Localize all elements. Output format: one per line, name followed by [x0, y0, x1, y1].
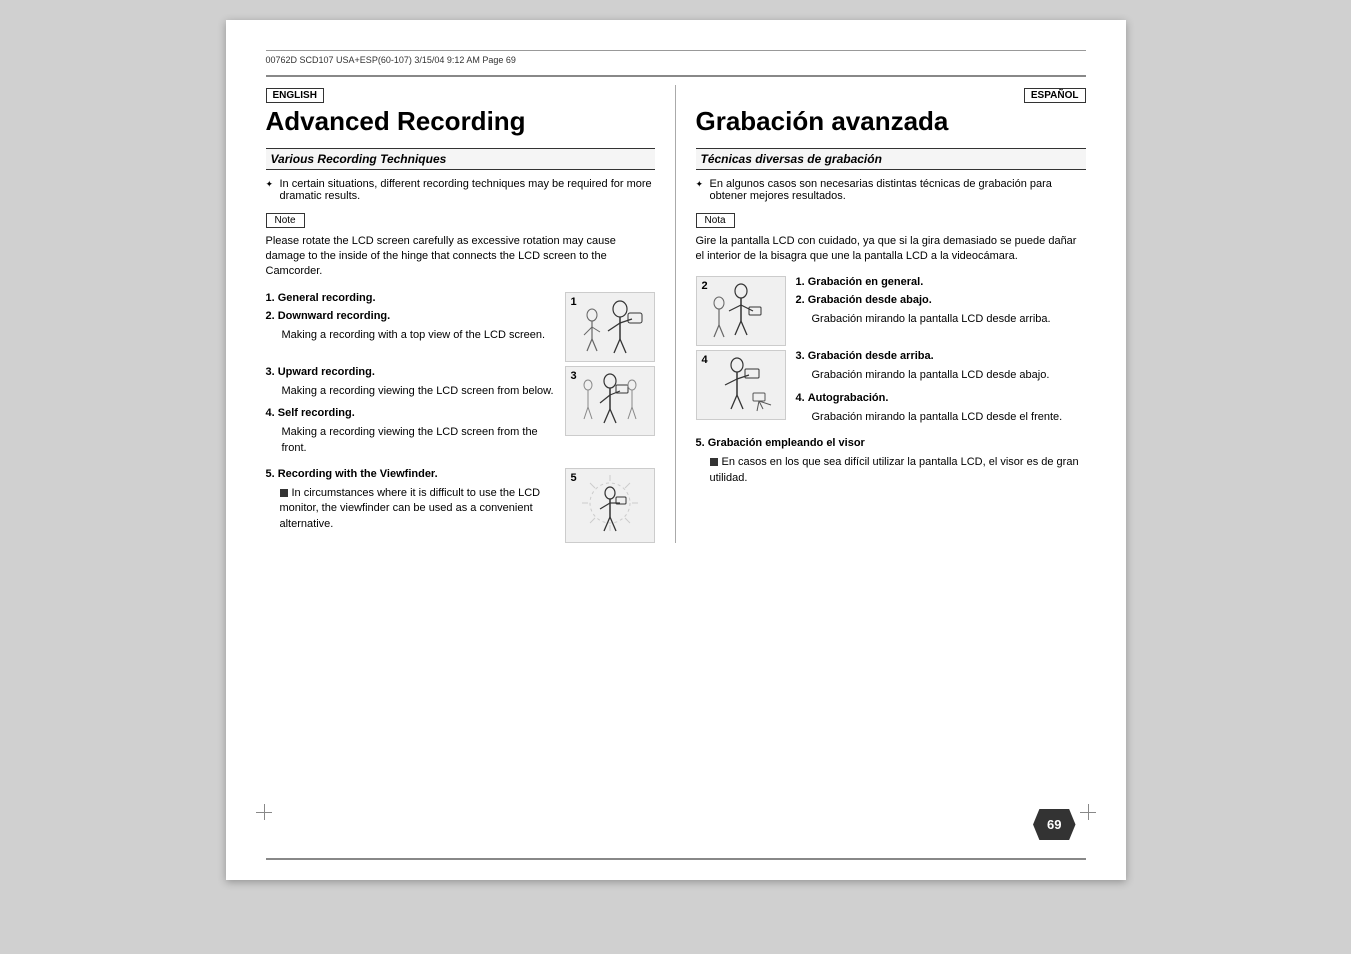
item-1-num: 1. [266, 292, 278, 304]
es-items-1-2-row: 2 [696, 276, 1086, 346]
english-note-label: Note [266, 213, 305, 228]
es-item-2-label: Grabación desde abajo. [808, 294, 932, 306]
crosshair-bottom-right [1080, 804, 1096, 820]
illus-3-label: 3 [571, 370, 577, 382]
illus-box-3: 3 [565, 366, 655, 436]
es-items-text: 1. Grabación en general. 2. Grabación de… [796, 276, 1086, 346]
english-column: ENGLISH Advanced Recording Various Recor… [266, 85, 676, 543]
illus-4-label: 4 [702, 354, 708, 366]
espanol-column: ESPAÑOL Grabación avanzada Técnicas dive… [676, 85, 1086, 543]
items-text-col: 1. General recording. 2. Downward record… [266, 292, 555, 362]
item-3-sub: Making a recording viewing the LCD scree… [282, 384, 555, 399]
illus-col-4: 4 [696, 350, 786, 433]
es-item-5-row: 5. Grabación empleando el visor En casos… [696, 437, 1086, 486]
item-5-label: Recording with the Viewfinder. [278, 468, 438, 480]
espanol-note-text: Gire la pantalla LCD con cuidado, ya que… [696, 234, 1086, 265]
item-5-text: 5. Recording with the Viewfinder. In cir… [266, 468, 555, 543]
english-title: Advanced Recording [266, 107, 655, 136]
espanol-badge-wrapper: ESPAÑOL [696, 85, 1086, 107]
meta-line: 00762D SCD107 USA+ESP(60-107) 3/15/04 9:… [266, 50, 1086, 65]
espanol-title: Grabación avanzada [696, 107, 1086, 136]
es-item-5-label: Grabación empleando el visor [708, 437, 865, 449]
illus-col-5: 5 [565, 468, 655, 543]
es-item-3: 3. Grabación desde arriba. [796, 350, 1086, 362]
page-number-badge: 69 [1033, 809, 1075, 840]
es-item-3-label: Grabación desde arriba. [808, 350, 934, 362]
es-square-bullet [710, 458, 718, 466]
item-3-label: Upward recording. [278, 366, 375, 378]
espanol-note-label: Nota [696, 213, 735, 228]
illus-col-1: 1 [565, 292, 655, 362]
es-item-4-label: Autograbación. [808, 392, 889, 404]
items-3-4-row: 3. Upward recording. Making a recording … [266, 366, 655, 464]
illus-box-5: 5 [565, 468, 655, 543]
page: 00762D SCD107 USA+ESP(60-107) 3/15/04 9:… [226, 20, 1126, 880]
item-1: 1. General recording. [266, 292, 555, 304]
item-2: 2. Downward recording. [266, 310, 555, 322]
items-3-4-text: 3. Upward recording. Making a recording … [266, 366, 555, 464]
item-2-label: Downward recording. [278, 310, 390, 322]
bottom-border [266, 858, 1086, 860]
es-items-3-4-text: 3. Grabación desde arriba. Grabación mir… [796, 350, 1086, 433]
item-5-sub: In circumstances where it is difficult t… [280, 486, 555, 532]
es-item-4: 4. Autograbación. [796, 392, 1086, 404]
es-item-1-label: Grabación en general. [808, 276, 924, 288]
es-item-1: 1. Grabación en general. [796, 276, 1086, 288]
item-4: 4. Self recording. [266, 407, 555, 419]
espanol-badge: ESPAÑOL [1024, 88, 1086, 103]
illus-box-4: 4 [696, 350, 786, 420]
item-2-sub: Making a recording with a top view of th… [282, 328, 555, 343]
item-4-sub: Making a recording viewing the LCD scree… [282, 425, 555, 456]
crosshair-bottom-left [256, 804, 272, 820]
es-item-4-sub: Grabación mirando la pantalla LCD desde … [812, 410, 1086, 425]
illus-col-2: 2 [696, 276, 786, 346]
item-1-label: General recording. [278, 292, 376, 304]
items-1-2-row: 1. General recording. 2. Downward record… [266, 292, 655, 362]
english-badge: ENGLISH [266, 88, 324, 103]
english-note-text: Please rotate the LCD screen carefully a… [266, 234, 655, 280]
illus-2-label: 2 [702, 280, 708, 292]
es-item-5: 5. Grabación empleando el visor [696, 437, 1086, 449]
illus-box-2: 2 [696, 276, 786, 346]
item-5: 5. Recording with the Viewfinder. [266, 468, 555, 480]
english-intro-bullet: In certain situations, different recordi… [266, 178, 655, 202]
english-section-heading: Various Recording Techniques [266, 148, 655, 170]
es-item-2: 2. Grabación desde abajo. [796, 294, 1086, 306]
illus-1-label: 1 [571, 296, 577, 308]
item-4-label: Self recording. [278, 407, 355, 419]
es-item-5-sub: En casos en los que sea difícil utilizar… [710, 455, 1086, 486]
es-item-2-sub: Grabación mirando la pantalla LCD desde … [812, 312, 1086, 327]
espanol-intro-bullet: En algunos casos son necesarias distinta… [696, 178, 1086, 202]
es-item-3-sub: Grabación mirando la pantalla LCD desde … [812, 368, 1086, 383]
illus-5-label: 5 [571, 472, 577, 484]
illus-box-1: 1 [565, 292, 655, 362]
item-5-row: 5. Recording with the Viewfinder. In cir… [266, 468, 655, 543]
page-number-area: 69 [1033, 809, 1075, 840]
illus-col-3: 3 [565, 366, 655, 464]
item-3: 3. Upward recording. [266, 366, 555, 378]
two-column-layout: ENGLISH Advanced Recording Various Recor… [266, 85, 1086, 543]
square-bullet [280, 489, 288, 497]
item-2-num: 2. [266, 310, 278, 322]
espanol-section-heading: Técnicas diversas de grabación [696, 148, 1086, 170]
es-items-3-4-row: 4 [696, 350, 1086, 433]
